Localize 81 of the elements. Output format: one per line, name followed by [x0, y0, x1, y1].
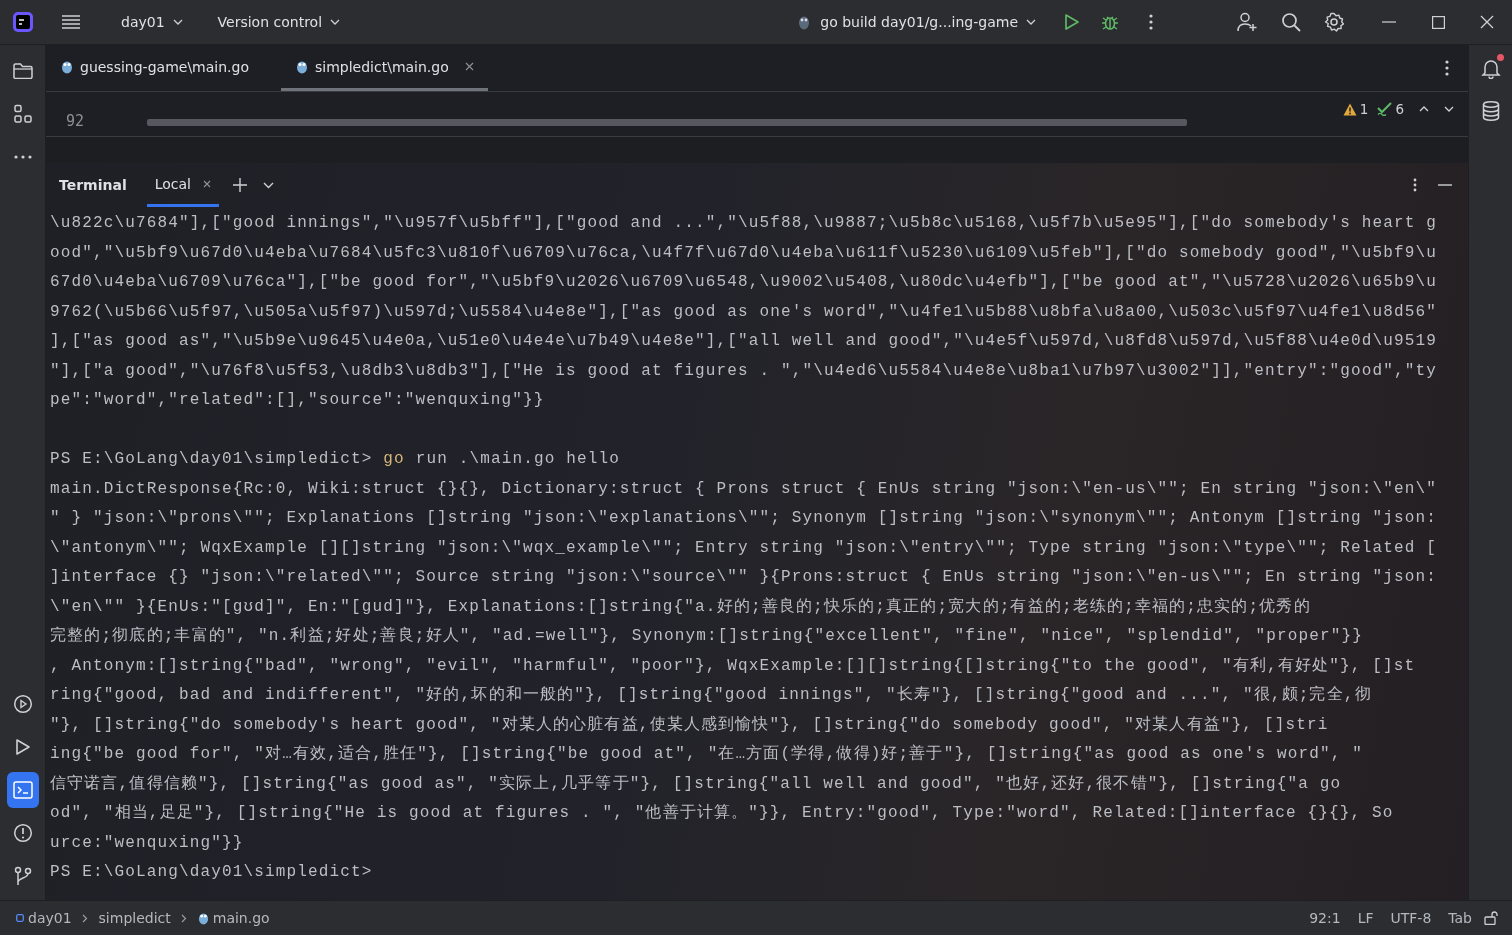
gopher-icon [798, 14, 811, 30]
more-horizontal-icon [13, 155, 32, 159]
run-icon [14, 738, 31, 756]
chevron-right-icon [180, 913, 187, 923]
lock-icon[interactable] [1484, 911, 1498, 925]
version-control-dropdown[interactable]: Version control [211, 10, 347, 34]
terminal-tool-button[interactable] [6, 772, 39, 808]
add-user-icon[interactable] [1237, 12, 1259, 32]
terminal-output-line: ring{"good, bad and indifferent", "好的,坏的和一般的"}, []string{"good innings", "长寿"}, []string{"good and ...", "很,颇;完全,彻 [50, 684, 1373, 706]
breadcrumb[interactable]: simpledict [98, 910, 171, 926]
terminal-output-line: 67d0\u4eba\u6709\u76ca"],["be good for","\u5bf9\u2026\u6709\u6548,\u9002\u5408,\u80dc\u4efb"],["be good at","\u5728\u2026\u65b9\u [50, 272, 1438, 293]
shell-prompt: PS E:\GoLang\day01\simpledict> [50, 862, 374, 883]
terminal-output-line: , Antonym:[]string{"bad", "wrong", "evil", "harmful", "poor"}, WqxExample:[][]string{[]string{"to the good", "有利,有好处"}, []st [50, 655, 1417, 677]
play-circle-icon [12, 694, 33, 714]
debug-bug-icon[interactable] [1101, 13, 1119, 31]
terminal-output-line: ]interface {} "json:\"related\""; Source string "json:\"source\"" }{Prons:struct { EnUs string "json:\"en-us\""; En string "json: [50, 567, 1438, 588]
line-number: 92 [66, 111, 86, 130]
folder-icon [12, 63, 33, 79]
warning-count[interactable]: 1 [1359, 101, 1369, 117]
close-icon[interactable] [203, 179, 211, 188]
terminal-output-line: "],["a good","\u76f8\u5f53,\u8db3\u8db3"],["He is good at figures . ","\u4ed6\u5584\u4e8e\u8ba1\u7b97\u3002"]],"entry":"good","ty [50, 360, 1438, 382]
menu-icon[interactable] [61, 14, 81, 30]
typo-count[interactable]: 6 [1395, 101, 1404, 117]
chevron-down-icon[interactable] [263, 181, 274, 189]
close-icon[interactable] [464, 62, 474, 71]
terminal-tab[interactable]: Local [146, 163, 219, 207]
problems-icon [12, 823, 33, 843]
terminal-output-line: " } "json:\"prons\""; Explanations []string "json:\"explanations\""; Synonym []string "json:\"synonym\""; Antonym []string "json: [50, 508, 1438, 529]
terminal-output-line: 信守诺言,值得信赖"}, []string{"as good as", "实际上,几乎等于"}, []string{"all well and good", "也好,还好,很不错"}, []string{"a go [50, 773, 1343, 795]
close-icon[interactable] [1480, 15, 1494, 29]
notification-bell-icon[interactable] [1479, 57, 1502, 79]
terminal-output-line: ],["as good as","\u5b9e\u9645\u4e0a,\u51e0\u4e4e\u7b49\u4e8e"],["all well and good","\u4e5f\u597d,\u8fd8\u597d,\u5f88\u4e0d\u9519 [50, 331, 1438, 352]
terminal-output-line: \u822c\u7684"],["good innings","\u957f\u5bff"],["good and ...","\u5f88,\u9887;\u5b8c\u5168,\u5f7b\u5e95"],["do somebody's heart g [50, 213, 1438, 234]
terminal-output-line: pe":"word","related":[],"source":"wenquxing"}} [50, 390, 546, 411]
shell-prompt: PS E:\GoLang\day01\simpledict> [50, 449, 373, 470]
terminal-output-line: ing{"be good for", "对…有效,适合,胜任"}, []string{"be good at", "在…方面(学得,做得)好;善于"}, []string{"as good as one's word", " [50, 743, 1364, 765]
maximize-icon[interactable] [1432, 15, 1445, 29]
check-icon [1377, 102, 1393, 116]
more-vertical-icon[interactable] [1413, 178, 1417, 192]
terminal-output-line: 9762(\u5b66\u5f97,\u505a\u5f97)\u597d;\u5584\u4e8e"],["as good as one's word","\u4fe1\u5b88\u8bfa\u8a00,\u503c\u5f97\u4fe1\u8d56" [50, 301, 1438, 323]
scrollbar[interactable] [147, 118, 1187, 126]
terminal-output-line: ood","\u5bf9\u67d0\u4eba\u7684\u5fc3\u810f\u6709\u76ca,\u4f7f\u67d0\u4eba\u611f\u5230\u6109\u5feb"],["do somebody good","\u5bf9\u [50, 242, 1438, 264]
indent-setting[interactable]: Tab [1448, 910, 1472, 926]
command-arguments: run .\main.go hello [415, 449, 620, 470]
terminal-output-line: main.DictResponse{Rc:0, Wiki:struct {}{}, Dictionary:struct { Prons struct { EnUs string "json:\"en-us\""; En string "json:\"en\" [50, 478, 1438, 500]
warning-icon [1342, 102, 1357, 116]
file-encoding[interactable]: UTF-8 [1390, 910, 1432, 926]
terminal-output-line: "}, []string{"do somebody's heart good", "对某人的心脏有益,使某人感到愉快"}, []string{"do somebody good", "对某人有益"}, []stri [50, 714, 1330, 736]
branch-icon [13, 866, 32, 886]
module-icon [16, 914, 24, 922]
terminal-icon [12, 781, 33, 799]
search-icon[interactable] [1281, 12, 1301, 32]
terminal-output-line: \"en\"" }{EnUs:"[gʊd]", En:"[gud]"}, Explanations:[]string{"a.好的;善良的;快乐的;真正的;宽大的;有益的;老练的;幸福的;忠实的;优秀的 [50, 596, 1312, 618]
chevron-right-icon [81, 913, 88, 923]
more-vertical-icon[interactable] [1445, 60, 1449, 76]
terminal-output-line: \"antonym\""; WqxExample [][]string "json:\"wqx_example\""; Entry string "json:\"entry\""; Type string "json:\"type\""; Related [ [50, 537, 1438, 559]
more-vertical-icon[interactable] [1149, 14, 1153, 30]
run-icon[interactable] [1064, 13, 1080, 31]
project-dropdown[interactable]: day01 [115, 10, 189, 34]
breadcrumb[interactable]: main.go [197, 910, 270, 926]
editor-tab[interactable]: guessing-game\main.go [46, 45, 263, 91]
run-configuration-dropdown[interactable]: go build day01/g...ing-game [814, 10, 1042, 34]
terminal-output-line: 完整的;彻底的;丰富的", "n.利益;好处;善良;好人", "ad.=well"}, Synonym:[]string{"excellent", "fine", "nice", "splendid", "proper"}} [50, 625, 1364, 647]
caret-icon [1026, 19, 1036, 25]
database-icon[interactable] [1481, 101, 1500, 121]
command-name: go [383, 449, 405, 470]
caret-icon [330, 19, 341, 25]
line-separator[interactable]: LF [1357, 910, 1374, 926]
gopher-icon [197, 911, 209, 925]
breadcrumb[interactable]: day01 [16, 910, 72, 926]
app-logo-icon [12, 11, 34, 33]
structure-icon [12, 104, 33, 124]
caret-icon [172, 19, 183, 25]
caret-position[interactable]: 92:1 [1309, 910, 1341, 926]
gopher-icon [61, 59, 73, 74]
terminal-output-line: od", "相当,足足"}, []string{"He is good at figures . ", "他善于计算。"}}, Entry:"good", Type:"word", Related:[]interface {}{}, So [50, 802, 1395, 824]
gopher-icon [296, 59, 308, 74]
settings-icon[interactable] [1324, 12, 1344, 32]
terminal-output-line: urce:"wenquxing"}} [50, 832, 245, 854]
add-icon[interactable] [233, 178, 247, 192]
terminal-title: Terminal [59, 177, 127, 193]
